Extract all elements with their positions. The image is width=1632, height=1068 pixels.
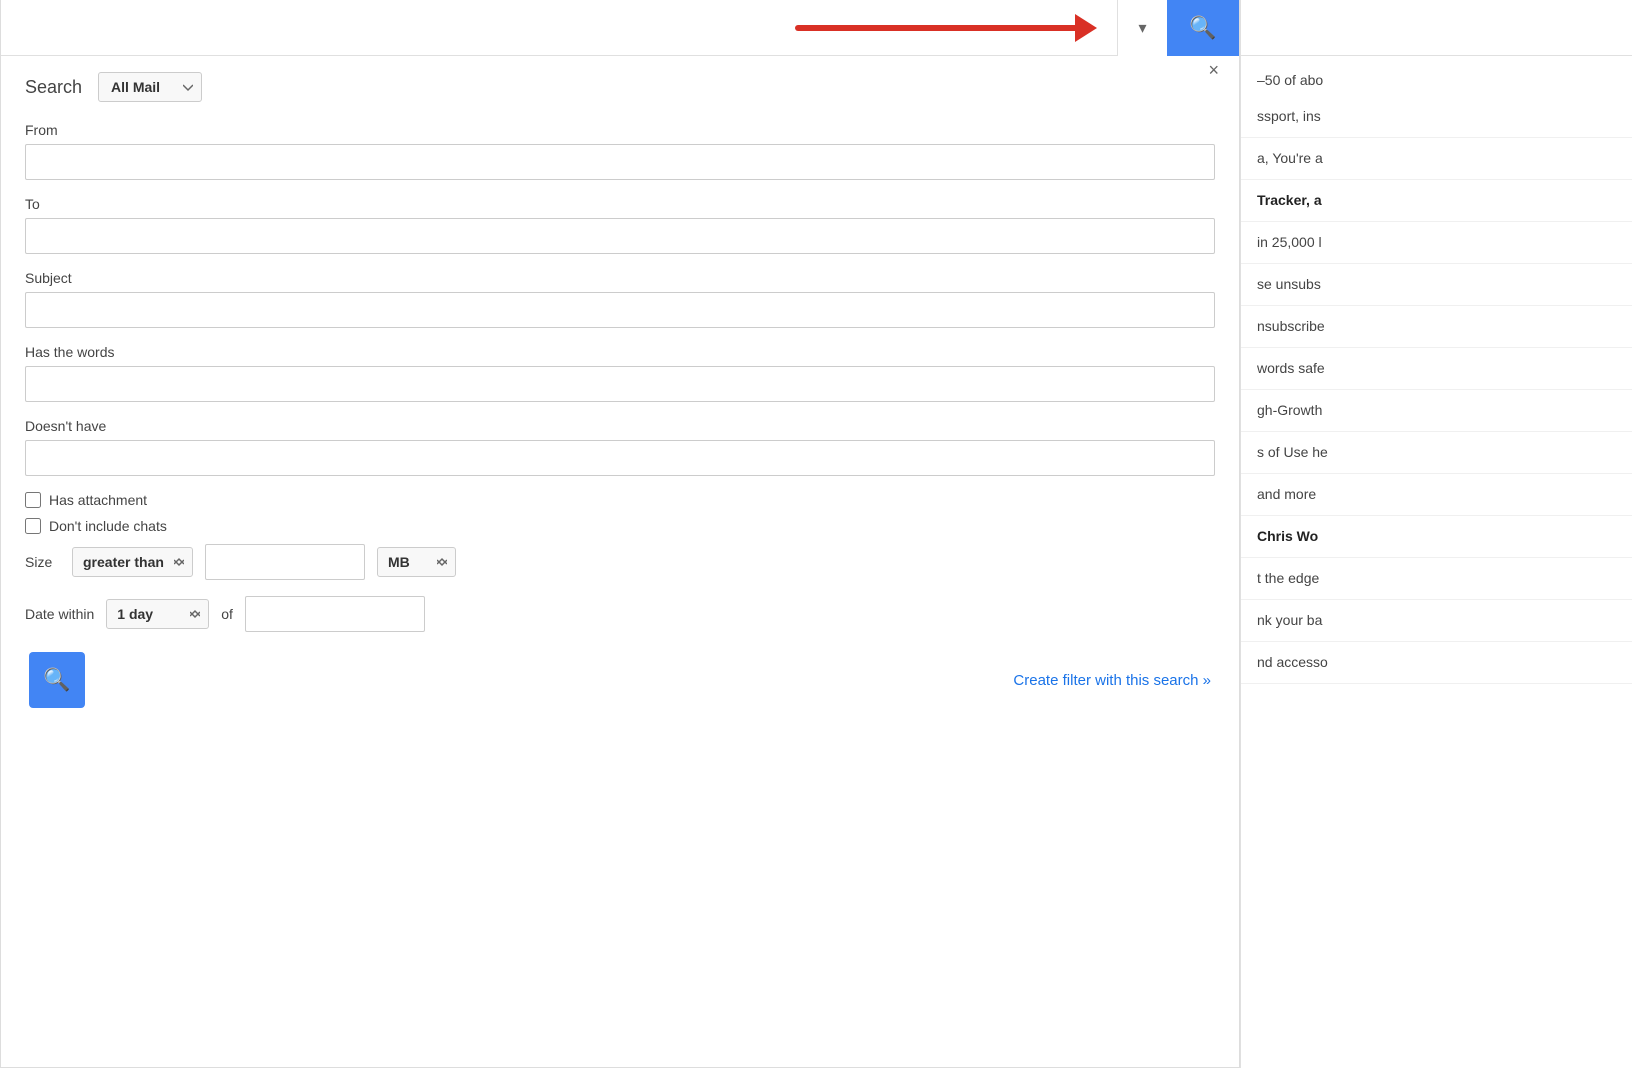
from-label: From bbox=[25, 122, 1215, 138]
has-words-input[interactable] bbox=[25, 366, 1215, 402]
has-attachment-checkbox[interactable] bbox=[25, 492, 41, 508]
to-row: To bbox=[25, 196, 1215, 254]
list-item[interactable]: in 25,000 l bbox=[1241, 222, 1632, 264]
page-container: ▾ 🔍 × Search All Mail Inbox Sent Mail Dr… bbox=[0, 0, 1632, 1068]
list-item[interactable]: nk your ba bbox=[1241, 600, 1632, 642]
has-words-row: Has the words bbox=[25, 344, 1215, 402]
date-of-input[interactable] bbox=[245, 596, 425, 632]
list-item[interactable]: gh-Growth bbox=[1241, 390, 1632, 432]
subject-label: Subject bbox=[25, 270, 1215, 286]
list-item[interactable]: and more bbox=[1241, 474, 1632, 516]
list-item[interactable]: Chris Wo bbox=[1241, 516, 1632, 558]
top-bar: ▾ 🔍 bbox=[1, 0, 1239, 56]
list-item[interactable]: words safe bbox=[1241, 348, 1632, 390]
size-label: Size bbox=[25, 554, 60, 570]
date-within-row: Date within 1 day 3 days 1 week 2 weeks … bbox=[25, 596, 1215, 632]
search-button-top[interactable]: 🔍 bbox=[1167, 0, 1239, 56]
arrow-line bbox=[795, 25, 1075, 31]
size-row: Size greater than less than MB KB Bytes bbox=[25, 544, 1215, 580]
list-item[interactable]: a, You're a bbox=[1241, 138, 1632, 180]
search-icon: 🔍 bbox=[43, 667, 70, 693]
to-input[interactable] bbox=[25, 218, 1215, 254]
doesnt-have-row: Doesn't have bbox=[25, 418, 1215, 476]
list-item[interactable]: ssport, ins bbox=[1241, 96, 1632, 138]
list-item[interactable]: nsubscribe bbox=[1241, 306, 1632, 348]
search-header: Search All Mail Inbox Sent Mail Drafts S… bbox=[25, 72, 1215, 102]
arrow-head bbox=[1075, 14, 1097, 42]
has-attachment-row: Has attachment bbox=[25, 492, 1215, 508]
date-within-label: Date within bbox=[25, 606, 94, 622]
from-input[interactable] bbox=[25, 144, 1215, 180]
arrow-container bbox=[1, 14, 1117, 42]
date-within-select[interactable]: 1 day 3 days 1 week 2 weeks 1 month 2 mo… bbox=[106, 599, 209, 629]
email-panel-top bbox=[1241, 0, 1632, 56]
list-item[interactable]: t the edge bbox=[1241, 558, 1632, 600]
subject-input[interactable] bbox=[25, 292, 1215, 328]
to-label: To bbox=[25, 196, 1215, 212]
size-number-input[interactable] bbox=[205, 544, 365, 580]
doesnt-have-label: Doesn't have bbox=[25, 418, 1215, 434]
size-unit-select[interactable]: MB KB Bytes bbox=[377, 547, 456, 577]
bottom-row: 🔍 Create filter with this search » bbox=[25, 652, 1215, 708]
dropdown-button[interactable]: ▾ bbox=[1117, 0, 1167, 56]
list-item[interactable]: nd accesso bbox=[1241, 642, 1632, 684]
email-list: ssport, insa, You're aTracker, ain 25,00… bbox=[1241, 96, 1632, 684]
list-item[interactable]: Tracker, a bbox=[1241, 180, 1632, 222]
size-condition-select[interactable]: greater than less than bbox=[72, 547, 193, 577]
list-item[interactable]: se unsubs bbox=[1241, 264, 1632, 306]
search-icon: 🔍 bbox=[1189, 15, 1216, 41]
of-label: of bbox=[221, 606, 233, 622]
close-button[interactable]: × bbox=[1208, 60, 1219, 81]
doesnt-have-input[interactable] bbox=[25, 440, 1215, 476]
chevron-down-icon: ▾ bbox=[1138, 18, 1146, 38]
has-words-label: Has the words bbox=[25, 344, 1215, 360]
search-panel: ▾ 🔍 × Search All Mail Inbox Sent Mail Dr… bbox=[0, 0, 1240, 1068]
search-scope-select[interactable]: All Mail Inbox Sent Mail Drafts Spam Tra… bbox=[98, 72, 202, 102]
email-panel: –50 of abo ssport, insa, You're aTracker… bbox=[1240, 0, 1632, 1068]
search-label: Search bbox=[25, 77, 82, 98]
list-item[interactable]: s of Use he bbox=[1241, 432, 1632, 474]
red-arrow bbox=[795, 14, 1097, 42]
create-filter-link[interactable]: Create filter with this search » bbox=[1013, 672, 1211, 689]
email-count: –50 of abo bbox=[1241, 56, 1632, 96]
has-attachment-label[interactable]: Has attachment bbox=[49, 492, 147, 508]
subject-row: Subject bbox=[25, 270, 1215, 328]
from-row: From bbox=[25, 122, 1215, 180]
dont-include-chats-label[interactable]: Don't include chats bbox=[49, 518, 167, 534]
dont-include-chats-checkbox[interactable] bbox=[25, 518, 41, 534]
dont-include-chats-row: Don't include chats bbox=[25, 518, 1215, 534]
search-submit-button[interactable]: 🔍 bbox=[29, 652, 85, 708]
search-form: Search All Mail Inbox Sent Mail Drafts S… bbox=[1, 56, 1239, 728]
